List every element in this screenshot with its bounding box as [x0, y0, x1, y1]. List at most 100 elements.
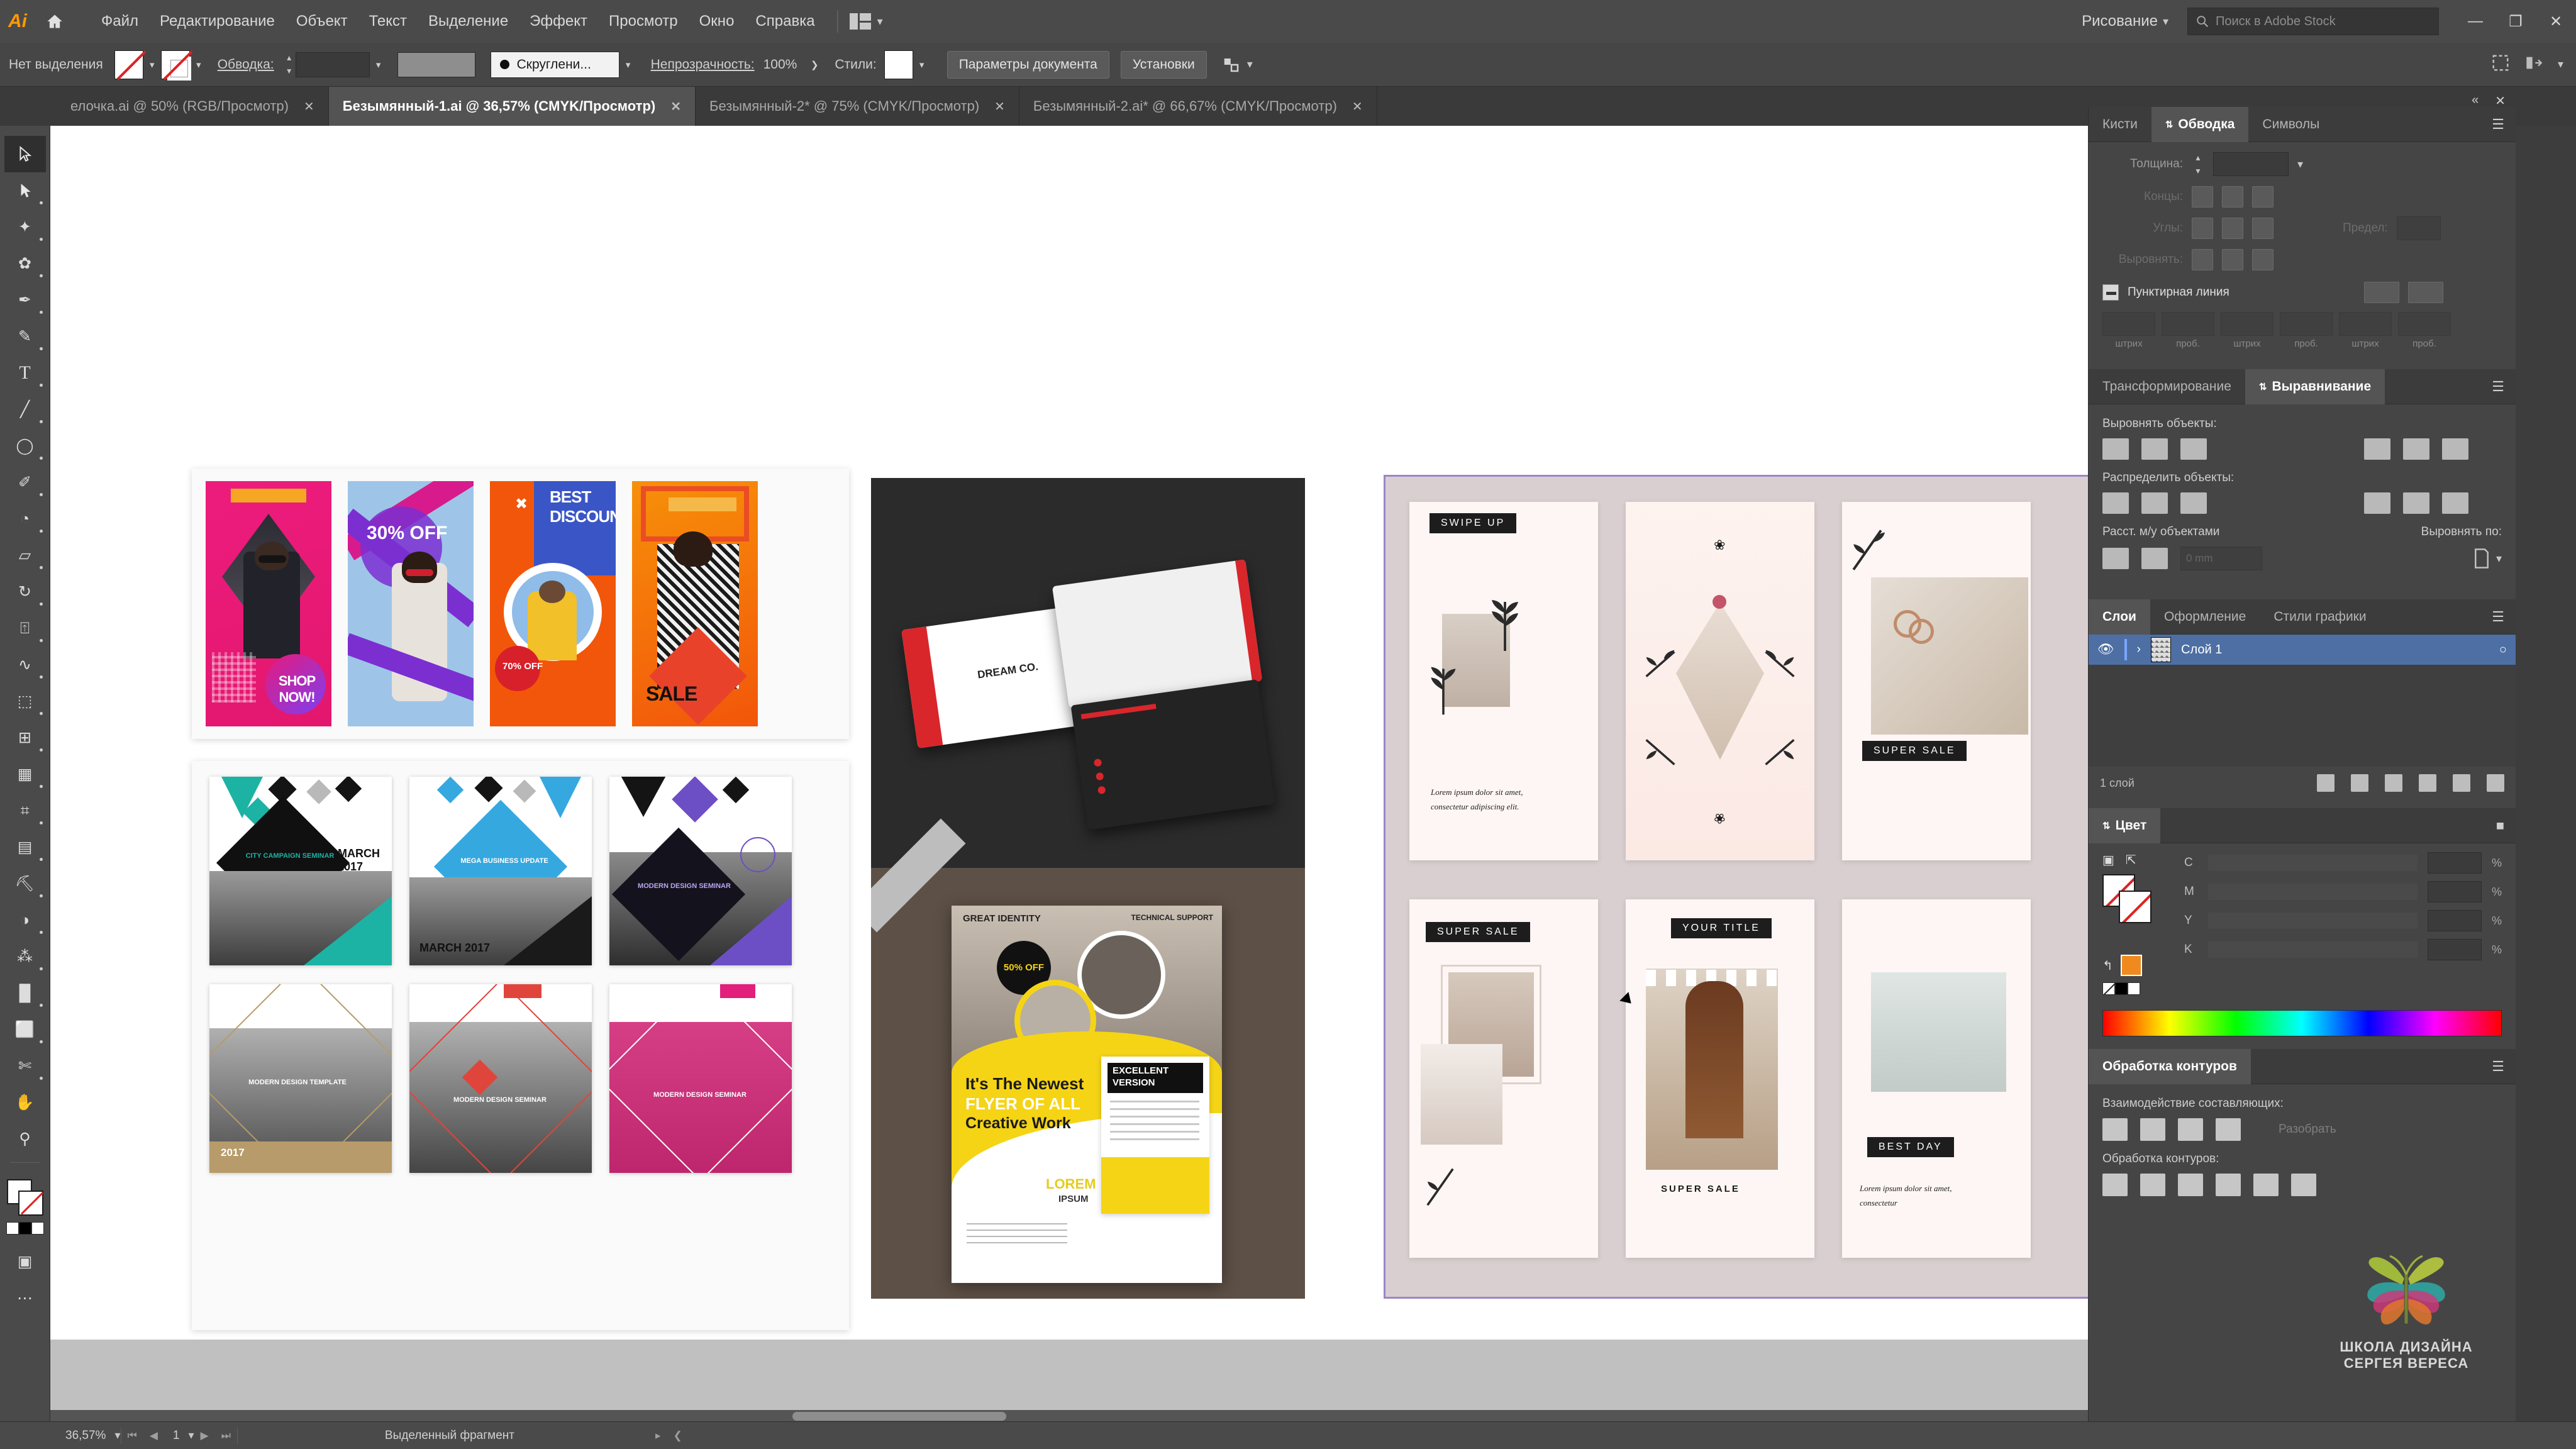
zoom-level[interactable]: 36,57%: [57, 1429, 114, 1443]
fill-color-swatch[interactable]: [114, 50, 143, 79]
artwork-yellow-flyer[interactable]: GREAT IDENTITY TECHNICAL SUPPORT 50% OFF…: [952, 906, 1222, 1283]
collapse-panels-icon[interactable]: «: [2472, 93, 2479, 109]
align-center-vertical-icon[interactable]: [2403, 438, 2429, 460]
pen-tool[interactable]: ✒: [4, 282, 46, 318]
shaper-tool[interactable]: ◔: [4, 501, 46, 537]
tab-pathfinder[interactable]: Обработка контуров: [2089, 1048, 2251, 1084]
fill-chevron-down-icon[interactable]: ▾: [143, 50, 161, 79]
line-segment-tool[interactable]: ╱: [4, 391, 46, 428]
document-tab-1[interactable]: Безымянный-1.ai @ 36,57% (CMYK/Просмотр)…: [328, 87, 696, 126]
poster-2[interactable]: MEGA BUSINESS UPDATE MARCH 2017: [409, 777, 592, 965]
panel-arrange-icon[interactable]: [2524, 54, 2544, 75]
workspace-switcher-label[interactable]: Рисование: [2082, 13, 2158, 30]
distribute-right-icon[interactable]: [2442, 492, 2468, 514]
last-color-icon[interactable]: ↰: [2102, 958, 2113, 974]
tab-color[interactable]: ⇅ Цвет: [2089, 808, 2161, 843]
horizontal-scrollbar[interactable]: [50, 1410, 2088, 1423]
default-color-swatches[interactable]: [6, 1222, 44, 1235]
layers-list[interactable]: 👁 › Слой 1 ○: [2089, 635, 2516, 767]
direct-selection-tool[interactable]: [4, 172, 46, 209]
poster-3[interactable]: MODERN DESIGN SEMINAR: [609, 777, 792, 965]
cmyk-input-k[interactable]: [2427, 939, 2482, 960]
screen-mode-icon[interactable]: ▣: [4, 1243, 46, 1280]
scale-tool[interactable]: ⍐: [4, 610, 46, 647]
trim-icon[interactable]: [2140, 1174, 2165, 1196]
artwork-city-poster-templates[interactable]: CITY CAMPAIGN SEMINAR MARCH 2017 MEGA BU…: [192, 761, 849, 1330]
opacity-label[interactable]: Непрозрачность:: [651, 57, 755, 72]
workspace-chevron-down-icon[interactable]: ▾: [2163, 15, 2168, 28]
round-join-icon[interactable]: [2222, 218, 2243, 239]
bevel-join-icon[interactable]: [2252, 218, 2273, 239]
zoom-tool[interactable]: ⚲: [4, 1121, 46, 1157]
menu-edit[interactable]: Редактирование: [149, 9, 286, 34]
tab-brushes[interactable]: Кисти: [2089, 107, 2151, 142]
exclude-icon[interactable]: [2216, 1118, 2241, 1141]
restore-button[interactable]: ❐: [2496, 0, 2536, 43]
story-template-1[interactable]: SHOP NOW!: [206, 481, 331, 726]
expand-button[interactable]: Разобрать: [2279, 1123, 2336, 1136]
align-center-horizontal-icon[interactable]: [2141, 438, 2168, 460]
tab-stroke[interactable]: ⇅ Обводка: [2151, 106, 2249, 142]
tab-symbols[interactable]: Символы: [2248, 107, 2333, 142]
menu-type[interactable]: Текст: [358, 9, 418, 34]
poster-1[interactable]: CITY CAMPAIGN SEMINAR MARCH 2017: [209, 777, 392, 965]
first-artboard-icon[interactable]: ⏮: [121, 1430, 143, 1442]
ellipse-tool[interactable]: ◯: [4, 428, 46, 464]
document-tab-3[interactable]: Безымянный-2.ai* @ 66,67% (CMYK/Просмотр…: [1019, 87, 1377, 126]
poster-5[interactable]: MODERN DESIGN SEMINAR: [409, 984, 592, 1173]
menu-view[interactable]: Просмотр: [598, 9, 689, 34]
fill-stroke-indicator-color-panel[interactable]: [2102, 874, 2159, 924]
align-left-icon[interactable]: [2102, 438, 2129, 460]
cmyk-slider-m[interactable]: [2208, 884, 2418, 900]
selection-tool[interactable]: [4, 136, 46, 172]
swap-fill-stroke-icon[interactable]: ⇱: [2126, 852, 2136, 868]
white-swatch-icon[interactable]: [31, 1222, 44, 1235]
stroke-weight-chevron-down-icon-panel[interactable]: ▾: [2297, 158, 2303, 171]
align-stroke-center-icon[interactable]: [2192, 249, 2213, 270]
cmyk-input-c[interactable]: [2427, 852, 2482, 874]
cmyk-input-m[interactable]: [2427, 881, 2482, 902]
document-tab-2[interactable]: Безымянный-2* @ 75% (CMYK/Просмотр) ✕: [696, 87, 1019, 126]
menu-select[interactable]: Выделение: [418, 9, 519, 34]
distribute-center-vertical-icon[interactable]: [2141, 492, 2168, 514]
story-template-4[interactable]: SALE: [632, 481, 758, 726]
variable-width-profile[interactable]: [397, 52, 475, 77]
hand-tool[interactable]: ✋: [4, 1084, 46, 1121]
wedding-story-5[interactable]: YOUR TITLE SUPER SALE: [1626, 899, 1814, 1258]
panel-arrange-chevron-icon[interactable]: ▾: [2558, 58, 2563, 71]
miter-join-icon[interactable]: [2192, 218, 2213, 239]
brush-definition-selector[interactable]: Скруглени...: [490, 51, 619, 78]
artboard-number[interactable]: 1: [164, 1429, 189, 1443]
miter-limit-input[interactable]: [2396, 216, 2441, 240]
color-panel-menu-icon[interactable]: ■: [2496, 818, 2516, 834]
preferences-button[interactable]: Установки: [1120, 50, 1207, 79]
artboard-chevron-down-icon[interactable]: ▾: [188, 1429, 194, 1442]
none-swatch-icon-color[interactable]: [2102, 982, 2115, 995]
align-right-icon[interactable]: [2180, 438, 2207, 460]
type-tool[interactable]: T: [4, 355, 46, 391]
stroke-panel-menu-icon[interactable]: ☰: [2492, 116, 2516, 133]
poster-4[interactable]: MODERN DESIGN TEMPLATE 2017: [209, 984, 392, 1173]
unite-icon[interactable]: [2102, 1118, 2128, 1141]
intersect-icon[interactable]: [2178, 1118, 2203, 1141]
lasso-tool[interactable]: ✿: [4, 245, 46, 282]
status-next-icon[interactable]: ▸: [649, 1430, 667, 1442]
pathfinder-panel-menu-icon[interactable]: ☰: [2492, 1058, 2516, 1075]
minimize-button[interactable]: —: [2455, 0, 2496, 43]
menu-window[interactable]: Окно: [689, 9, 745, 34]
layer-row[interactable]: 👁 › Слой 1 ○: [2089, 635, 2516, 665]
align-stroke-outside-icon[interactable]: [2252, 249, 2273, 270]
locate-object-icon[interactable]: [2317, 774, 2334, 792]
wedding-story-1[interactable]: SWIPE UP Lorem ipsum dolor sit amet, con…: [1409, 502, 1598, 860]
previous-artboard-icon[interactable]: ◀: [143, 1430, 164, 1442]
dash-preserve-exact-icon[interactable]: [2363, 282, 2399, 303]
round-cap-icon[interactable]: [2222, 186, 2243, 208]
close-icon[interactable]: ✕: [994, 99, 1005, 114]
symbol-sprayer-tool[interactable]: ⁂: [4, 938, 46, 975]
wedding-story-4[interactable]: SUPER SALE: [1409, 899, 1598, 1258]
story-template-2[interactable]: 30% OFF: [348, 481, 474, 726]
poster-6[interactable]: MODERN DESIGN SEMINAR: [609, 984, 792, 1173]
menu-file[interactable]: Файл: [91, 9, 149, 34]
wedding-story-3[interactable]: SUPER SALE: [1842, 502, 2031, 860]
color-picker-icon[interactable]: ▣: [2102, 852, 2114, 868]
